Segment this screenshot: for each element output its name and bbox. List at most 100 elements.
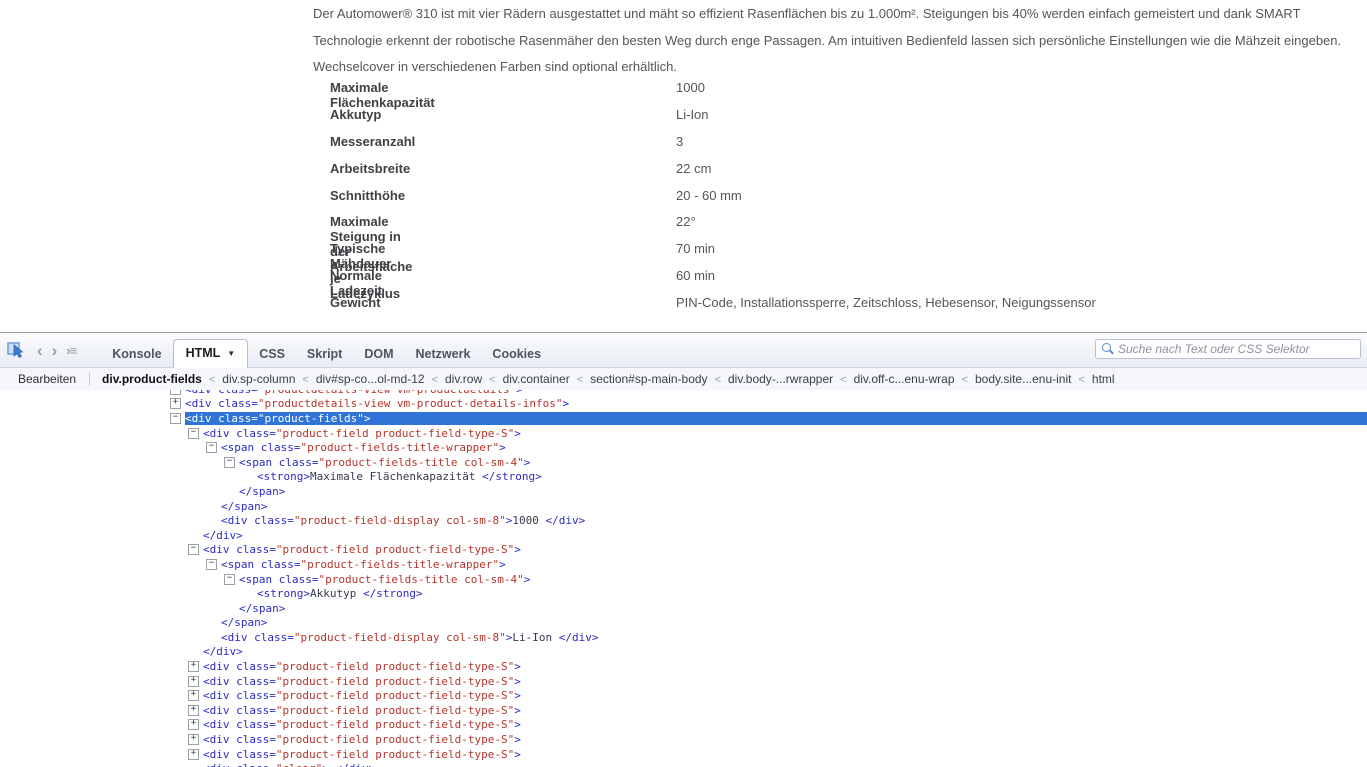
expand-icon[interactable]: + [170, 398, 181, 409]
source-attr-value: "product-fields-title-wrapper" [300, 558, 499, 571]
collapse-icon[interactable]: − [170, 413, 181, 424]
collapse-icon[interactable]: − [224, 574, 235, 585]
tree-row[interactable]: <div class="product-field-display col-sm… [0, 513, 1367, 528]
tree-row-source: </span> [221, 500, 267, 513]
tree-row[interactable]: −<div class="product-fields"> [0, 411, 1367, 426]
tree-row[interactable]: −<div class="product-field product-field… [0, 543, 1367, 558]
toolbar-divider [89, 372, 90, 386]
collapse-icon[interactable]: − [188, 428, 199, 439]
breadcrumb: <div.sp-column<div#sp-co...ol-md-12<div.… [202, 372, 1115, 386]
spec-label: Schnitthöhe [330, 188, 405, 203]
back-icon[interactable]: ‹ [37, 342, 43, 359]
tree-row[interactable]: +<div class="product-field product-field… [0, 732, 1367, 747]
breadcrumb-item[interactable]: div.body-...rwrapper [728, 372, 833, 386]
expand-icon[interactable]: + [188, 690, 199, 701]
source-tag: </strong> [363, 587, 423, 600]
search-input[interactable] [1095, 339, 1361, 359]
tree-row-source: <div class="product-field product-field-… [203, 704, 521, 717]
tree-row[interactable]: +<div class="product-field product-field… [0, 659, 1367, 674]
panel-list-icon[interactable]: ›≡ [66, 342, 76, 359]
source-tag: > [524, 456, 531, 469]
source-attr-value: "product-field-display col-sm-8" [294, 631, 506, 644]
tree-row[interactable]: +<div class="product-field product-field… [0, 674, 1367, 689]
breadcrumb-item[interactable]: body.site...enu-init [975, 372, 1072, 386]
source-attr-value: "product-fields-title col-sm-4" [318, 456, 523, 469]
tree-row[interactable]: </span> [0, 616, 1367, 631]
tab-cookies[interactable]: Cookies [481, 341, 552, 367]
tree-row[interactable]: <strong>Maximale Flächenkapazität </stro… [0, 470, 1367, 485]
breadcrumb-selected[interactable]: div.product-fields [102, 372, 202, 386]
source-attr-value: "product-field product-field-type-S" [276, 675, 514, 688]
tree-row[interactable]: +<div class="product-field product-field… [0, 747, 1367, 762]
tab-dom[interactable]: DOM [353, 341, 404, 367]
expand-icon[interactable]: + [188, 734, 199, 745]
tree-row[interactable]: <strong>Akkutyp </strong> [0, 586, 1367, 601]
devtools-panel: ‹ › ›≡ KonsoleHTML▼CSSSkript DOM NetzwerkC… [0, 332, 1367, 767]
tree-row[interactable]: +<div class="product-field product-field… [0, 688, 1367, 703]
source-tag: > [516, 390, 523, 396]
collapse-icon[interactable]: − [224, 457, 235, 468]
spec-value: 22° [676, 214, 696, 229]
breadcrumb-item[interactable]: div.row [445, 372, 482, 386]
expand-icon[interactable]: + [188, 705, 199, 716]
expand-icon[interactable]: + [188, 661, 199, 672]
source-tag: <div class= [203, 660, 276, 673]
tree-row[interactable]: </div> [0, 528, 1367, 543]
breadcrumb-separator-icon: < [715, 374, 721, 386]
toolbar-icons: ‹ › ›≡ [0, 342, 85, 359]
inspect-element-icon[interactable] [7, 342, 27, 359]
expand-icon[interactable]: + [188, 719, 199, 730]
source-attr-value: "product-fields" [258, 412, 364, 425]
tree-row[interactable]: −<span class="product-fields-title-wrapp… [0, 440, 1367, 455]
tree-row[interactable]: + <div class="product-field product-field… [0, 703, 1367, 718]
tree-row[interactable]: +<div class="product-field product-field… [0, 718, 1367, 733]
breadcrumb-item[interactable]: div.sp-column [222, 372, 295, 386]
tree-row[interactable]: −<span class="product-fields-title col-s… [0, 572, 1367, 587]
edit-menu-button[interactable]: Bearbeiten [0, 372, 89, 386]
source-tag: > [514, 704, 521, 717]
breadcrumb-item[interactable]: div.container [503, 372, 570, 386]
source-tag: <div class= [203, 733, 276, 746]
source-tag: </span> [239, 602, 285, 615]
tab-skript[interactable]: Skript [296, 341, 353, 367]
tree-row[interactable]: </div> [0, 645, 1367, 660]
tree-row[interactable]: </span> [0, 601, 1367, 616]
collapse-icon[interactable]: − [206, 559, 217, 570]
tab-html[interactable]: HTML▼ [173, 339, 249, 368]
expand-icon[interactable]: + [188, 676, 199, 687]
source-tag: </strong> [482, 470, 542, 483]
tree-row[interactable]: −<span class="product-fields-title-wrapp… [0, 557, 1367, 572]
expand-icon[interactable]: + [188, 749, 199, 760]
spec-value: 70 min [676, 241, 715, 256]
collapse-icon[interactable]: − [188, 544, 199, 555]
source-attr-value: "productdetails-view vm-product-details-… [258, 397, 563, 410]
tree-row-source: <div class="product-fields"> [185, 412, 1367, 425]
source-tag: > [514, 427, 521, 440]
tree-row[interactable]: −<div class="product-field product-field… [0, 426, 1367, 441]
tree-row[interactable]: </span> [0, 499, 1367, 514]
chevron-down-icon[interactable]: ▼ [227, 349, 235, 358]
tree-row[interactable]: </span> [0, 484, 1367, 499]
breadcrumb-separator-icon: < [302, 374, 308, 386]
tab-css[interactable]: CSS [248, 341, 296, 367]
tree-row[interactable]: −<span class="product-fields-title col-s… [0, 455, 1367, 470]
tab-label: DOM [364, 347, 393, 361]
breadcrumb-item[interactable]: div.off-c...enu-wrap [854, 372, 955, 386]
breadcrumb-item[interactable]: section#sp-main-body [590, 372, 707, 386]
expand-icon[interactable]: + [170, 390, 181, 395]
collapse-icon[interactable]: − [206, 442, 217, 453]
spec-value: 3 [676, 134, 683, 149]
tree-row[interactable]: +<div class="productdetails-view vm-prod… [0, 390, 1367, 397]
source-tag: <span class= [221, 558, 300, 571]
tab-netzwerk[interactable]: Netzwerk [405, 341, 482, 367]
source-tag: <div class= [221, 631, 294, 644]
source-tag: </span> [239, 485, 285, 498]
forward-icon[interactable]: › [52, 342, 58, 359]
source-tag: </div> [559, 631, 599, 644]
tree-row[interactable]: <div class="clear"> </div> [0, 761, 1367, 767]
breadcrumb-item[interactable]: html [1092, 372, 1115, 386]
tab-konsole[interactable]: Konsole [101, 341, 172, 367]
breadcrumb-item[interactable]: div#sp-co...ol-md-12 [316, 372, 425, 386]
tree-row[interactable]: <div class="product-field-display col-sm… [0, 630, 1367, 645]
tree-row[interactable]: +<div class="productdetails-view vm-prod… [0, 397, 1367, 412]
